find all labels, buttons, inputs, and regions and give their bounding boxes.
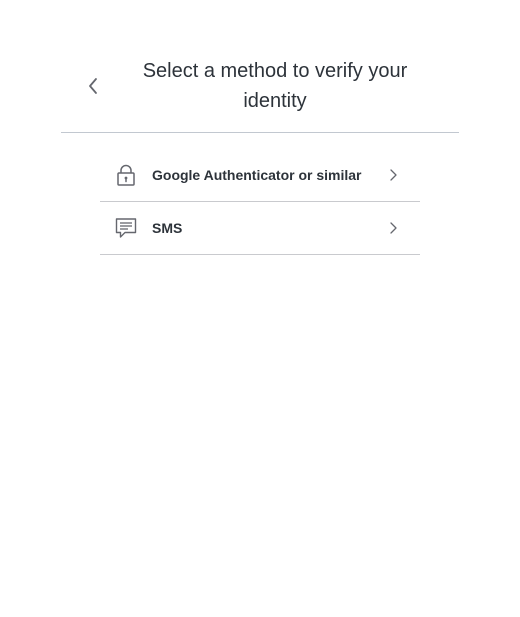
back-button[interactable] [81,74,105,98]
chevron-left-icon[interactable] [87,77,99,95]
chevron-right-icon [386,168,400,182]
chevron-right-icon [386,221,400,235]
method-label-sms: SMS [152,220,183,236]
header-divider [61,132,459,133]
message-icon [114,216,138,240]
page-title: Select a method to verify your identity [142,60,408,112]
method-item-authenticator[interactable]: Google Authenticator or similar [100,149,420,202]
method-list: Google Authenticator or similar SMS [100,149,420,255]
header: Select a method to verify your identity [61,56,459,132]
method-item-sms[interactable]: SMS [100,202,420,255]
method-label-authenticator: Google Authenticator or similar [152,167,362,183]
lock-icon [114,163,138,187]
